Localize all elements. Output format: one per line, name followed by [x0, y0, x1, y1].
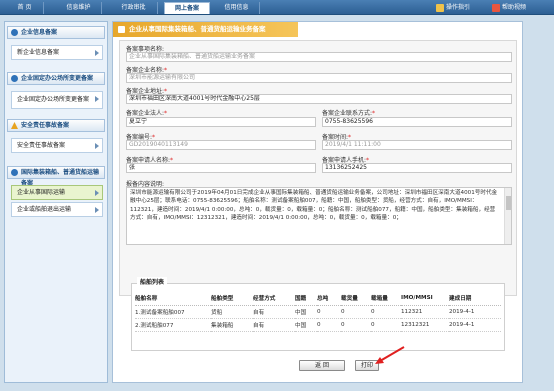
sidebar: 企业信息备案 新企业信息备案 企业固定办公场所变更备案 企业固定办公场所变更备案…	[4, 21, 108, 383]
textarea-scrollbar[interactable]	[504, 188, 511, 244]
legal-person-field[interactable]: 夏立宁	[126, 117, 316, 127]
arrow-right-icon	[95, 50, 99, 56]
help-video-label: 帮助视频	[502, 4, 527, 11]
operation-cell: 自有	[253, 305, 295, 319]
col-nationality: 国籍	[295, 292, 317, 306]
sidebar-item-label: 企业固定办公场所变更备案	[17, 96, 90, 103]
imo-mmsi-cell: 112321	[401, 305, 449, 319]
tab-info-maintenance[interactable]: 信息维护	[56, 2, 102, 14]
ship-table: 船舶名称 船舶类型 经营方式 国籍 总吨 载货量 载箱量 IMO/MMSI 建成…	[135, 292, 501, 332]
scrollbar-thumb[interactable]	[506, 196, 511, 210]
sidebar-item-new-company-filing[interactable]: 新企业信息备案	[11, 45, 103, 60]
sidebar-item-safety-incident[interactable]: 安全责任事故备案	[11, 138, 103, 153]
gross-tonnage-cell: 0	[317, 305, 341, 319]
tab-credit-info[interactable]: 信用信息	[214, 2, 260, 14]
nationality-cell: 中国	[295, 318, 317, 332]
ship-name-cell: 2.测试船舶077	[135, 318, 211, 332]
col-imo-mmsi: IMO/MMSI	[401, 292, 449, 306]
company-address-field[interactable]: 深圳市福田区深南大道4001号时代金融中心25层	[126, 94, 512, 104]
operation-cell: 自有	[253, 318, 295, 332]
build-date-cell: 2019-4-1	[449, 318, 501, 332]
container-capacity-cell: 0	[371, 318, 401, 332]
tab-online-filing[interactable]: 网上备案	[164, 2, 210, 14]
col-container-capacity: 载箱量	[371, 292, 401, 306]
table-row: 1.测试备案船舶007 货船 自有 中国 0 0 0 112321 2019-4…	[135, 305, 501, 319]
document-icon	[118, 26, 125, 33]
info-icon	[11, 75, 18, 82]
ship-table-header: 船舶名称 船舶类型 经营方式 国籍 总吨 载货量 载箱量 IMO/MMSI 建成…	[135, 292, 501, 306]
container-capacity-cell: 0	[371, 305, 401, 319]
arrow-right-icon	[95, 207, 99, 213]
info-icon	[11, 169, 18, 176]
sidebar-item-intl-transport[interactable]: 企业从事国际运输	[11, 185, 103, 200]
sidebar-section-intl-shipping[interactable]: 国际集装箱船、普通货船运输备案	[7, 166, 105, 187]
annotation-arrow-icon	[375, 346, 405, 364]
sidebar-item-label: 企业从事国际运输	[17, 189, 66, 196]
guide-label: 操作指引	[446, 4, 471, 11]
cargo-capacity-cell: 0	[341, 305, 371, 319]
warning-icon	[11, 122, 18, 129]
ship-type-cell: 货船	[211, 305, 253, 319]
col-ship-name: 船舶名称	[135, 292, 211, 306]
filing-form: 备案事项名称: 企业从事国际集装箱船、普通货船运输业务备案 备案企业名称:* 深…	[119, 40, 517, 296]
contact-field[interactable]: 0755-83625596	[322, 117, 512, 127]
tab-home[interactable]: 首 页	[6, 2, 44, 14]
record-no-field[interactable]: GD2019040113149	[126, 140, 316, 150]
sidebar-section-company-info[interactable]: 企业信息备案	[7, 26, 105, 39]
back-button[interactable]: 返 回	[299, 360, 345, 371]
sidebar-item-label: 新企业信息备案	[17, 49, 60, 56]
guide-link[interactable]: 操作指引	[436, 2, 470, 14]
col-gross-tonnage: 总吨	[317, 292, 341, 306]
contact-label: 备案企业联系方式:*	[322, 110, 376, 117]
col-cargo-capacity: 载货量	[341, 292, 371, 306]
page-title-text: 企业从事国际集装箱船、普通货船运输业务备案	[129, 25, 266, 33]
guide-icon	[436, 3, 444, 12]
ship-name-cell: 1.测试备案船舶007	[135, 305, 211, 319]
video-icon	[492, 3, 500, 12]
help-video-link[interactable]: 帮助视频	[492, 2, 526, 14]
tab-admin-approval[interactable]: 行政审批	[110, 2, 158, 14]
ship-type-cell: 集装箱船	[211, 318, 253, 332]
col-build-date: 建成日期	[449, 292, 501, 306]
sidebar-section-office-change[interactable]: 企业固定办公场所变更备案	[7, 72, 105, 85]
item-name-field[interactable]: 企业从事国际集装箱船、普通货船运输业务备案	[126, 52, 512, 62]
ship-list-title: 船舶列表	[137, 277, 168, 286]
section-title: 企业固定办公场所变更备案	[21, 75, 94, 82]
applicant-name-field[interactable]: 张	[126, 163, 316, 173]
gross-tonnage-cell: 0	[317, 318, 341, 332]
record-time-field[interactable]: 2019/4/1 11:11:00	[322, 140, 512, 150]
content-text: 深圳市能源运输有限公司于2019年04月01日完成企业从事国际集装箱船、普通货船…	[130, 190, 498, 222]
page-title: 企业从事国际集装箱船、普通货船运输业务备案	[113, 22, 298, 37]
sidebar-item-office-change[interactable]: 企业固定办公场所变更备案	[11, 91, 103, 109]
table-row: 2.测试船舶077 集装箱船 自有 中国 0 0 0 12312321 2019…	[135, 318, 501, 332]
col-operation: 经营方式	[253, 292, 295, 306]
sidebar-section-safety-incident[interactable]: 安全责任事故备案	[7, 119, 105, 132]
sidebar-item-exit-transport[interactable]: 企业或船舶退出运输	[11, 202, 103, 217]
company-name-field[interactable]: 深圳市能源运输有限公司	[126, 73, 512, 83]
main-panel: 企业从事国际集装箱船、普通货船运输业务备案 备案事项名称: 企业从事国际集装箱船…	[112, 21, 523, 383]
top-nav-bar: 首 页 信息维护 行政审批 网上备案 信用信息 操作指引 帮助视频	[0, 0, 554, 15]
sidebar-item-label: 安全责任事故备案	[17, 142, 66, 149]
build-date-cell: 2019-4-1	[449, 305, 501, 319]
sidebar-item-label: 企业或船舶退出运输	[17, 206, 72, 213]
info-icon	[11, 29, 18, 36]
legal-person-label: 备案企业法人:*	[126, 110, 168, 117]
content-textarea[interactable]: 深圳市能源运输有限公司于2019年04月01日完成企业从事国际集装箱船、普通货船…	[126, 187, 512, 245]
cargo-capacity-cell: 0	[341, 318, 371, 332]
imo-mmsi-cell: 12312321	[401, 318, 449, 332]
applicant-phone-field[interactable]: 13136252425	[322, 163, 512, 173]
nationality-cell: 中国	[295, 305, 317, 319]
section-title: 企业信息备案	[21, 29, 58, 36]
arrow-right-icon	[95, 190, 99, 196]
arrow-right-icon	[95, 96, 99, 102]
section-title: 安全责任事故备案	[21, 122, 70, 129]
arrow-right-icon	[95, 143, 99, 149]
col-ship-type: 船舶类型	[211, 292, 253, 306]
